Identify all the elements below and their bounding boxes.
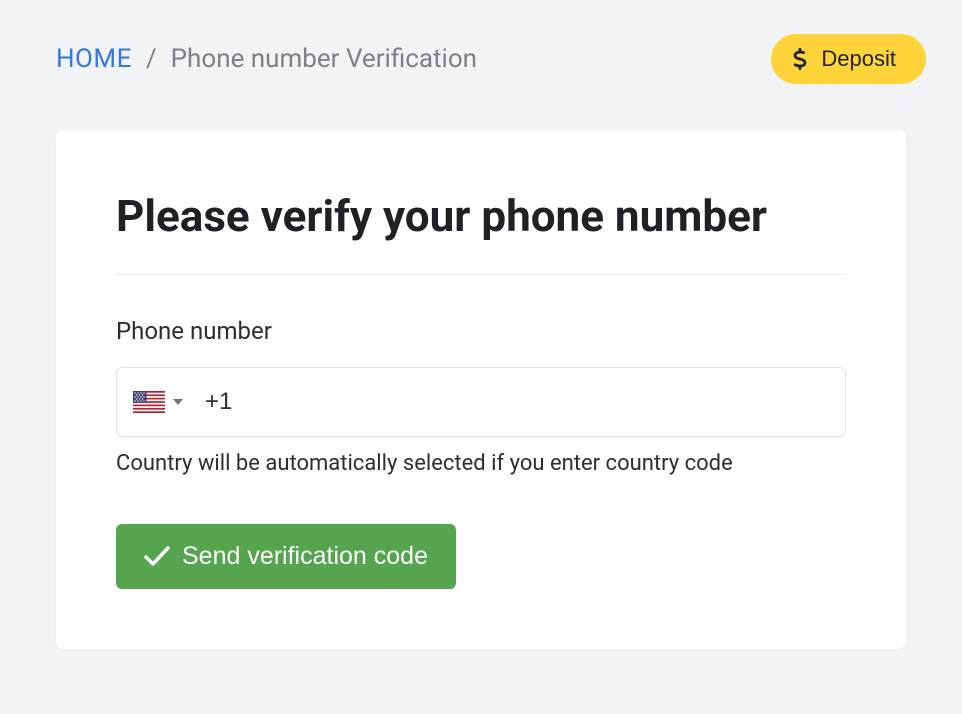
topbar: HOME / Phone number Verification Deposit <box>0 0 962 84</box>
breadcrumb-home-link[interactable]: HOME <box>56 44 132 74</box>
breadcrumb: HOME / Phone number Verification <box>56 44 477 74</box>
verification-card: Please verify your phone number Phone nu… <box>56 130 906 649</box>
deposit-button-label: Deposit <box>821 46 896 72</box>
dollar-icon <box>793 47 807 71</box>
flag-us-icon <box>133 391 165 413</box>
phone-input[interactable] <box>195 368 829 436</box>
breadcrumb-current: Phone number Verification <box>171 44 477 74</box>
country-select[interactable] <box>133 391 183 413</box>
send-verification-button[interactable]: Send verification code <box>116 524 456 589</box>
caret-down-icon <box>173 399 183 405</box>
phone-input-group <box>116 367 846 437</box>
phone-label: Phone number <box>116 317 846 345</box>
check-icon <box>144 546 170 566</box>
page-title: Please verify your phone number <box>116 190 846 275</box>
deposit-button[interactable]: Deposit <box>771 34 926 84</box>
breadcrumb-separator: / <box>146 44 157 74</box>
country-hint: Country will be automatically selected i… <box>116 451 846 476</box>
send-verification-label: Send verification code <box>182 542 428 571</box>
